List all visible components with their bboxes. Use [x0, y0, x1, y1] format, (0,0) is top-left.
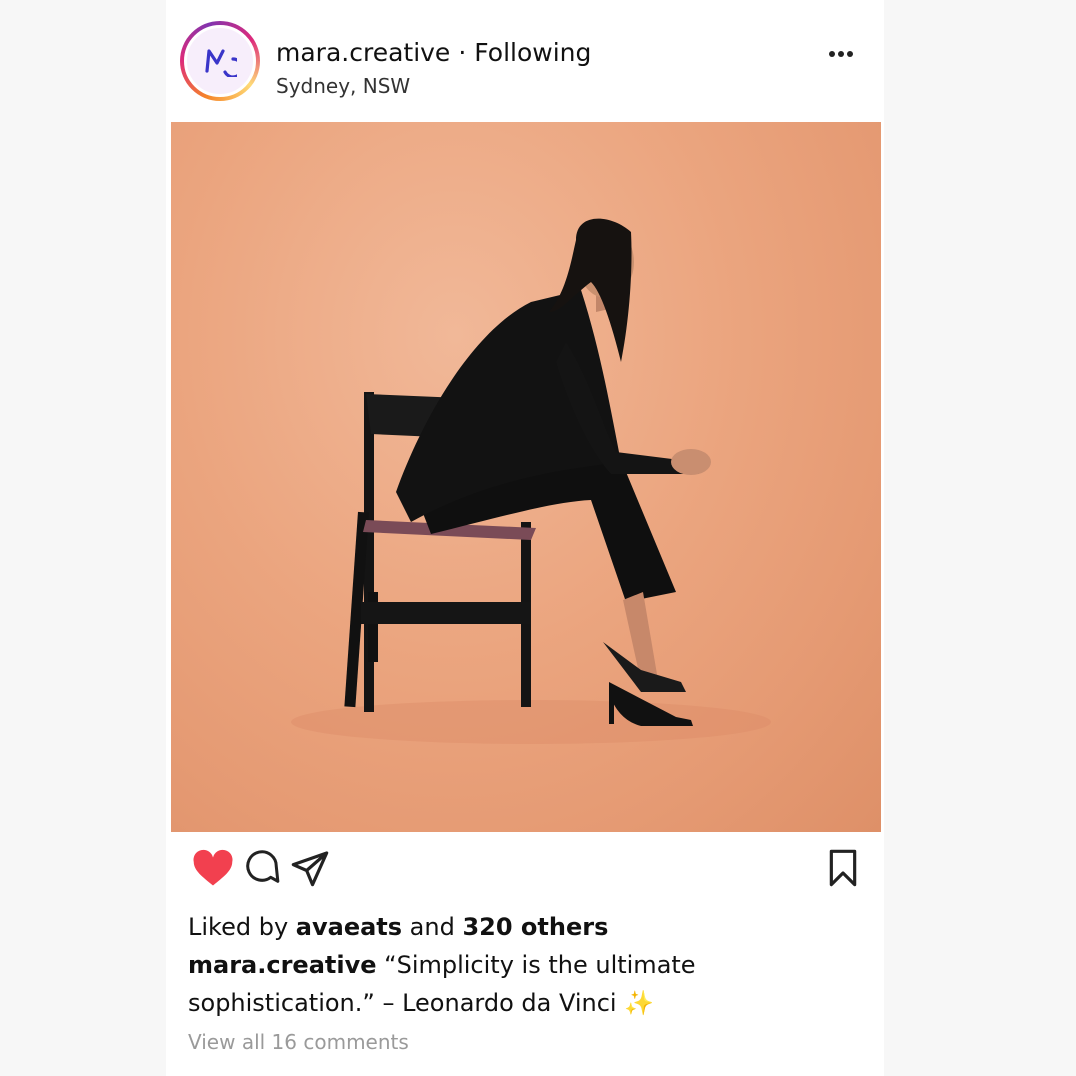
liked-others-link[interactable]: 320 others: [462, 913, 608, 941]
sparkle-icon: ✨: [624, 989, 655, 1017]
post-header: mara.creative · Following Sydney, NSW: [166, 0, 884, 120]
story-ring[interactable]: [180, 21, 260, 101]
paper-plane-icon[interactable]: [290, 848, 330, 888]
more-horizontal-icon: [829, 51, 835, 57]
mc-logo-icon: [205, 49, 237, 77]
following-button[interactable]: Following: [474, 38, 591, 67]
more-dot: [838, 51, 844, 57]
post-card: mara.creative · Following Sydney, NSW Li…: [166, 0, 884, 1076]
post-caption: mara.creative “Simplicity is the ultimat…: [188, 946, 728, 1022]
heart-filled-icon[interactable]: [192, 848, 234, 888]
post-photo[interactable]: [171, 122, 881, 832]
header-user-line: mara.creative · Following: [276, 38, 591, 67]
post-actions: [166, 840, 884, 900]
view-comments-link[interactable]: View all 16 comments: [188, 1030, 409, 1054]
username-link[interactable]: mara.creative: [276, 38, 450, 67]
photo-illustration: [291, 218, 771, 744]
liked-user-link[interactable]: avaeats: [296, 913, 402, 941]
location-link[interactable]: Sydney, NSW: [276, 74, 410, 98]
liked-and: and: [402, 913, 463, 941]
liked-prefix: Liked by: [188, 913, 296, 941]
comment-bubble-icon[interactable]: [243, 848, 281, 886]
caption-author-link[interactable]: mara.creative: [188, 951, 377, 979]
separator-dot: ·: [458, 38, 467, 67]
more-options-button[interactable]: [826, 44, 856, 64]
avatar[interactable]: [184, 25, 256, 97]
likes-summary: Liked by avaeats and 320 others: [188, 913, 608, 941]
more-dot: [847, 51, 853, 57]
bookmark-icon[interactable]: [826, 848, 860, 888]
